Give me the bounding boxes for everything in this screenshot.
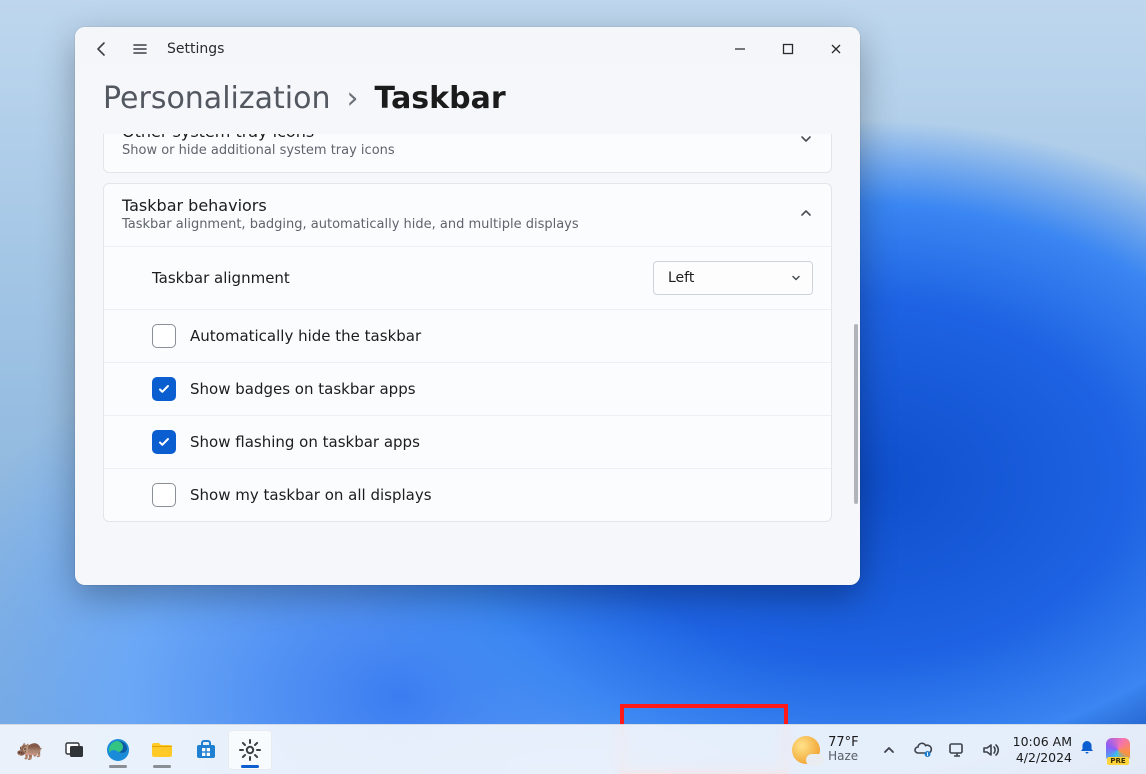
breadcrumb: Personalization › Taskbar <box>75 71 860 134</box>
tray-overflow-button[interactable] <box>875 736 903 764</box>
setting-show-badges[interactable]: Show badges on taskbar apps <box>104 362 831 415</box>
section-subtitle: Show or hide additional system tray icon… <box>122 143 395 158</box>
notifications-button[interactable] <box>1078 739 1106 761</box>
setting-label: Show badges on taskbar apps <box>190 380 416 398</box>
clock-date: 4/2/2024 <box>1016 750 1072 766</box>
weather-widget[interactable]: 77°F Haze <box>782 730 869 770</box>
checkbox-checked[interactable] <box>152 377 176 401</box>
checkbox-unchecked[interactable] <box>152 483 176 507</box>
close-button[interactable] <box>812 31 860 67</box>
checkbox-unchecked[interactable] <box>152 324 176 348</box>
checkbox-checked[interactable] <box>152 430 176 454</box>
setting-label: Taskbar alignment <box>152 269 290 287</box>
settings-window: Settings Personalization › Taskbar Ot <box>75 27 860 585</box>
taskview-icon <box>61 737 87 763</box>
desktop: Settings Personalization › Taskbar Ot <box>0 0 1146 774</box>
setting-auto-hide[interactable]: Automatically hide the taskbar <box>104 309 831 362</box>
copilot-button[interactable]: PRE <box>1106 738 1138 762</box>
svg-text:i: i <box>926 752 928 758</box>
gear-icon <box>237 737 263 763</box>
taskbar: 🦛 <box>0 724 1146 774</box>
minimize-button[interactable] <box>716 31 764 67</box>
settings-scroll-area[interactable]: Other system tray icons Show or hide add… <box>75 134 860 585</box>
system-tray: i <box>875 730 1005 770</box>
onedrive-icon[interactable]: i <box>909 736 937 764</box>
weather-condition: Haze <box>828 750 859 763</box>
section-title: Taskbar behaviors <box>122 196 579 215</box>
back-button[interactable] <box>83 31 121 67</box>
setting-label: Automatically hide the taskbar <box>190 327 421 345</box>
weather-haze-icon <box>792 736 820 764</box>
section-taskbar-behaviors: Taskbar behaviors Taskbar alignment, bad… <box>103 183 832 522</box>
folder-icon <box>149 737 175 763</box>
dropdown-value: Left <box>668 270 694 286</box>
setting-label: Show flashing on taskbar apps <box>190 433 420 451</box>
edge-icon <box>105 737 131 763</box>
setting-label: Show my taskbar on all displays <box>190 486 432 504</box>
breadcrumb-current: Taskbar <box>374 81 505 116</box>
taskview-button[interactable] <box>52 730 96 770</box>
window-title: Settings <box>167 41 224 57</box>
weather-temperature: 77°F <box>828 736 859 750</box>
store-icon <box>193 737 219 763</box>
setting-taskbar-alignment: Taskbar alignment Left <box>104 246 831 309</box>
setting-all-displays[interactable]: Show my taskbar on all displays <box>104 468 831 521</box>
section-header-taskbar-behaviors[interactable]: Taskbar behaviors Taskbar alignment, bad… <box>104 184 831 246</box>
clock[interactable]: 10:06 AM 4/2/2024 <box>1013 734 1072 765</box>
alignment-dropdown[interactable]: Left <box>653 261 813 295</box>
titlebar: Settings <box>75 27 860 71</box>
hamburger-menu-button[interactable] <box>121 31 159 67</box>
clock-time: 10:06 AM <box>1013 734 1072 750</box>
microsoft-store-button[interactable] <box>184 730 228 770</box>
network-icon[interactable] <box>943 736 971 764</box>
maximize-button[interactable] <box>764 31 812 67</box>
start-icon: 🦛 <box>17 737 43 763</box>
chevron-down-icon <box>790 272 802 284</box>
settings-taskbar-button[interactable] <box>228 730 272 770</box>
chevron-down-icon <box>799 134 813 150</box>
volume-icon[interactable] <box>977 736 1005 764</box>
chevron-right-icon: › <box>346 81 358 116</box>
section-subtitle: Taskbar alignment, badging, automaticall… <box>122 217 579 232</box>
edge-button[interactable] <box>96 730 140 770</box>
start-button[interactable]: 🦛 <box>8 730 52 770</box>
setting-show-flashing[interactable]: Show flashing on taskbar apps <box>104 415 831 468</box>
breadcrumb-parent[interactable]: Personalization <box>103 81 330 116</box>
chevron-up-icon <box>799 205 813 224</box>
copilot-icon: PRE <box>1106 738 1130 762</box>
section-title: Other system tray icons <box>122 134 395 141</box>
section-other-system-tray-icons[interactable]: Other system tray icons Show or hide add… <box>103 134 832 173</box>
file-explorer-button[interactable] <box>140 730 184 770</box>
copilot-badge: PRE <box>1107 757 1128 765</box>
scrollbar-thumb[interactable] <box>854 324 858 504</box>
